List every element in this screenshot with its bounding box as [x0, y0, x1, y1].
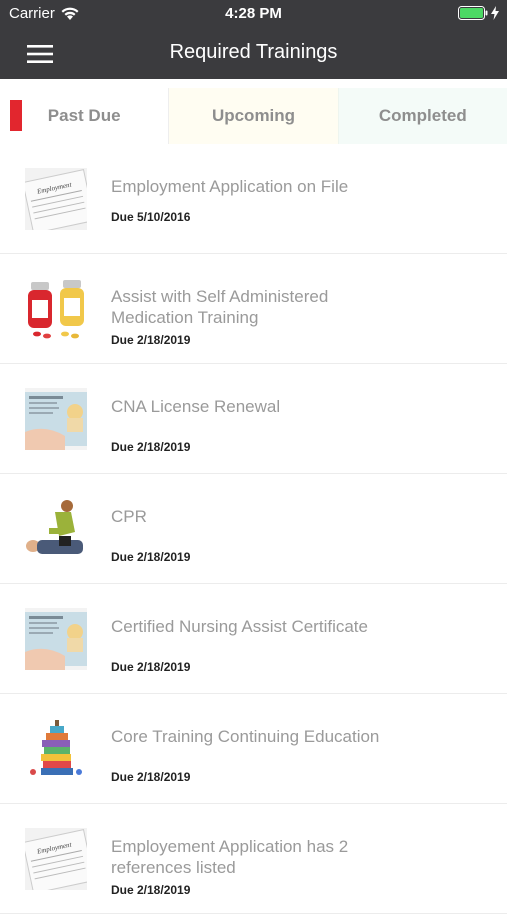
tab-label: Completed	[378, 106, 467, 125]
battery-indicator	[458, 6, 499, 20]
page-title: Required Trainings	[169, 41, 338, 63]
list-item[interactable]: Employment Employment Application on Fil…	[0, 144, 507, 254]
due-date: Due 2/18/2019	[111, 333, 191, 347]
due-date: Due 2/18/2019	[111, 440, 191, 454]
books-icon	[25, 718, 87, 780]
tab-label: Past Due	[47, 106, 121, 125]
tab-completed[interactable]: Completed	[338, 88, 507, 144]
training-title: CNA License Renewal	[111, 397, 281, 416]
due-date: Due 2/18/2019	[111, 883, 191, 897]
list-item[interactable]: CPR Due 2/18/2019	[0, 474, 507, 584]
segmented-tabs: Past Due Upcoming Completed	[0, 88, 507, 144]
training-title: Certified Nursing Assist Certificate	[111, 617, 368, 636]
due-date: Due 5/10/2016	[111, 210, 191, 224]
list-item[interactable]: Assist with Self Administered Medication…	[0, 254, 507, 364]
due-date: Due 2/18/2019	[111, 550, 191, 564]
active-tab-indicator	[10, 100, 22, 131]
tab-label: Upcoming	[211, 106, 296, 125]
application-form-icon: Employment	[25, 828, 87, 890]
application-form-icon: Employment	[25, 168, 87, 230]
tab-upcoming[interactable]: Upcoming	[169, 88, 339, 144]
list-item[interactable]: CNA License Renewal Due 2/18/2019	[0, 364, 507, 474]
clock: 4:28 PM	[225, 5, 282, 22]
training-title: Core Training Continuing Education	[111, 727, 380, 746]
training-title: Employment Application on File	[111, 177, 349, 196]
license-card-icon	[25, 388, 87, 450]
battery-icon	[458, 6, 488, 20]
training-title: Employement Application has 2 references…	[111, 837, 349, 877]
training-list: Employment Employment Application on Fil…	[0, 144, 507, 914]
navigation-bar: Required Trainings	[0, 28, 507, 79]
training-title: Assist with Self Administered Medication…	[111, 287, 329, 327]
due-date: Due 2/18/2019	[111, 770, 191, 784]
due-date: Due 2/18/2019	[111, 660, 191, 674]
charging-icon	[491, 6, 499, 20]
training-title: CPR	[111, 507, 147, 526]
list-item[interactable]: Core Training Continuing Education Due 2…	[0, 694, 507, 804]
medication-bottles-icon	[25, 278, 87, 340]
cpr-icon	[25, 498, 87, 560]
list-item[interactable]: Employment Employement Application has 2…	[0, 804, 507, 914]
tab-past-due[interactable]: Past Due	[0, 88, 170, 144]
status-bar: Carrier 4:28 PM	[0, 0, 507, 28]
list-item[interactable]: Certified Nursing Assist Certificate Due…	[0, 584, 507, 694]
license-card-icon	[25, 608, 87, 670]
